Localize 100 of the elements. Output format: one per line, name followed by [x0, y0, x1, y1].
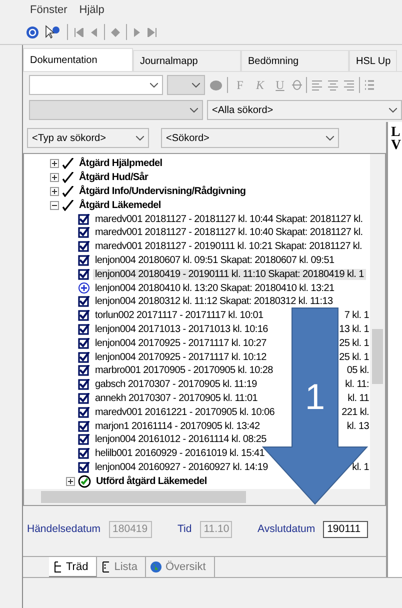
- document-text: L: [391, 126, 400, 139]
- globe-icon: [150, 561, 162, 574]
- dropdown-caret-icon: [190, 108, 198, 112]
- checked-document-icon: [78, 448, 90, 460]
- pointer-help-icon[interactable]: [45, 24, 61, 40]
- align-right-icon[interactable]: [343, 80, 355, 90]
- plus-circle-icon: [78, 282, 90, 294]
- tree-item-fragment: kl. 1: [352, 462, 369, 473]
- tree-item[interactable]: Åtgärd Hjälpmedel: [77, 158, 164, 170]
- dropdown-caret-icon: [192, 82, 200, 88]
- tree-item-fragment: 05 kl.: [346, 365, 369, 376]
- tree-item[interactable]: torlun002 20171117 - 20171117 kl. 10:01: [93, 310, 266, 322]
- first-record-icon[interactable]: [74, 28, 84, 36]
- expand-toggle[interactable]: [50, 173, 59, 182]
- document-text: V: [391, 139, 402, 152]
- vertical-scrollbar[interactable]: [370, 154, 385, 490]
- keyword-type-dropdown[interactable]: <Typ av sökord>: [27, 128, 149, 148]
- tree-item[interactable]: marbro001 20170905 - 20170905 kl. 10:28: [93, 365, 275, 376]
- tree-item-fragment: kl. 11: [348, 392, 369, 404]
- expand-toggle[interactable]: [50, 186, 59, 196]
- tree-item-fragment: 7 kl. 1: [344, 310, 369, 322]
- view-tab[interactable]: Lista: [97, 557, 146, 577]
- tree-item-fragment: 221 kl.: [342, 406, 369, 418]
- checked-document-icon: [78, 406, 90, 418]
- checked-document-icon: [78, 214, 90, 225]
- dropdown-caret-icon: [150, 82, 158, 88]
- diamond-icon[interactable]: [111, 28, 120, 36]
- checkmark-icon: [62, 186, 74, 197]
- checked-document-icon: [78, 365, 90, 376]
- tree-item[interactable]: lenjon004 20161012 - 20161114 kl. 08:25: [93, 434, 268, 446]
- menu-item[interactable]: Hjälp: [79, 4, 104, 16]
- checked-document-icon: [78, 379, 90, 390]
- checked-document-icon: [78, 254, 90, 266]
- tree-item[interactable]: Utförd åtgärd Läkemedel: [94, 476, 209, 487]
- tree-item[interactable]: Åtgärd Hud/Sår: [77, 172, 150, 184]
- checked-document-icon: [78, 338, 90, 349]
- strikethrough-icon[interactable]: [292, 79, 302, 91]
- view-tab[interactable]: Träd: [49, 557, 98, 577]
- dropdown-caret-icon: [326, 136, 334, 140]
- previous-icon[interactable]: [90, 28, 98, 36]
- field-label: Avslutdatum: [258, 523, 316, 536]
- tree-item[interactable]: lenjon004 20180419 - 20190111 kl. 11:10 Skapat: 20180419 kl. 1: [93, 268, 366, 280]
- category-dropdown[interactable]: [29, 100, 203, 120]
- tree-view-icon: [53, 560, 63, 573]
- tree-item[interactable]: lenjon004 20180312 kl. 11:12 Skapat: 20180312 kl. 11:13: [93, 296, 335, 308]
- checked-document-icon: [78, 420, 90, 432]
- checked-document-icon: [78, 462, 90, 473]
- expand-toggle[interactable]: [50, 159, 59, 168]
- tree-item[interactable]: marjon1 20161114 - 20170905 kl. 13:42: [93, 420, 262, 432]
- checkmark-icon: [62, 172, 74, 184]
- keyword-dropdown[interactable]: <Sökord>: [161, 128, 339, 148]
- tree-item[interactable]: maredv001 20161221 - 20170905 kl. 10:06: [93, 406, 277, 418]
- tree-item[interactable]: lenjon004 20171013 - 20171013 kl. 10:16: [93, 324, 270, 335]
- tree-item-fragment: 25 kl. 1: [339, 338, 369, 349]
- keyword-dropdown[interactable]: <Alla sökord>: [207, 100, 402, 120]
- tree-item[interactable]: maredv001 20181127 - 20190111 kl. 10:21 Skapat: 20181127 kl.: [93, 241, 364, 252]
- tree-item-fragment: 25 kl. 1: [339, 352, 369, 363]
- tree-item[interactable]: lenjon004 20180607 kl. 09:51 Skapat: 20180607 kl. 09:51: [93, 254, 336, 266]
- dropdown-caret-icon: [389, 108, 397, 112]
- checkmark-icon: [62, 200, 74, 211]
- tree-item[interactable]: Åtgärd Info/Undervisning/Rådgivning: [77, 186, 248, 197]
- menu-item[interactable]: Fönster: [30, 4, 68, 16]
- checked-document-icon: [78, 392, 90, 404]
- checkmark-icon: [62, 158, 74, 170]
- last-record-icon[interactable]: [147, 28, 157, 36]
- input-field[interactable]: 190111: [323, 520, 368, 538]
- callout-number: 1: [304, 376, 326, 417]
- horizontal-scrollbar[interactable]: [24, 489, 385, 506]
- tree-item[interactable]: lenjon004 20170925 - 20171117 kl. 10:12: [93, 352, 268, 363]
- font-dropdown[interactable]: [29, 75, 163, 95]
- tab[interactable]: Journalmapp: [133, 50, 241, 71]
- collapse-toggle[interactable]: [50, 200, 59, 210]
- checked-document-icon: [78, 324, 90, 335]
- next-icon[interactable]: [133, 28, 141, 36]
- tree-item[interactable]: annekh 20170307 - 20170905 kl. 11:01: [93, 392, 260, 404]
- tree-item[interactable]: lenjon004 20160927 - 20160927 kl. 14:19: [93, 462, 270, 473]
- expand-toggle[interactable]: [66, 476, 75, 486]
- bullet-list-icon[interactable]: [364, 80, 374, 90]
- tree-item-fragment: kl. 13: [346, 420, 369, 432]
- tree-item-fragment: 13 kl. 1: [339, 324, 369, 335]
- tree-item[interactable]: lenjon004 20170925 - 20171117 kl. 10:27: [93, 338, 268, 349]
- tab[interactable]: Dokumentation: [23, 48, 133, 71]
- checked-document-icon: [78, 227, 90, 238]
- list-icon: [101, 561, 112, 574]
- dropdown-caret-icon: [136, 136, 144, 140]
- checked-document-icon: [78, 434, 90, 446]
- tree-item[interactable]: maredv001 20181127 - 20181127 kl. 10:44 Skapat: 20181127 kl.: [93, 214, 365, 225]
- align-left-icon[interactable]: [311, 80, 323, 90]
- size-dropdown[interactable]: [167, 75, 205, 95]
- tree-item[interactable]: helilb001 20160929 - 20161019 kl. 15:41: [93, 448, 267, 460]
- check-circle-icon: [78, 474, 91, 488]
- tree-item-fragment: kl. 11:: [345, 379, 369, 390]
- tree-item[interactable]: gabsch 20170307 - 20170905 kl. 11:19: [93, 379, 259, 390]
- tree-item[interactable]: lenjon004 20180410 kl. 13:20 Skapat: 20180410 kl. 13:21: [93, 282, 336, 294]
- tab[interactable]: HSL Up: [349, 50, 397, 71]
- tree-item[interactable]: maredv001 20181127 - 20181127 kl. 10:40 Skapat: 20181127 kl.: [93, 227, 365, 238]
- view-tab[interactable]: Översikt: [146, 557, 215, 577]
- tab[interactable]: Bedömning: [241, 50, 349, 71]
- tree-item[interactable]: Åtgärd Läkemedel: [77, 200, 163, 211]
- align-center-icon[interactable]: [327, 80, 339, 90]
